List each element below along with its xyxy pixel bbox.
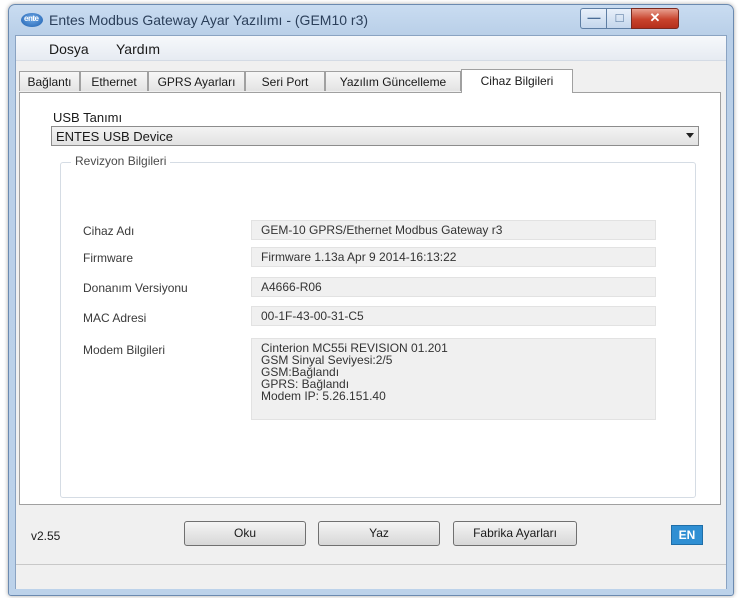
client-area: Dosya Yardım Bağlantı Ethernet GPRS Ayar… [15,35,727,589]
usb-label: USB Tanımı [53,110,123,125]
minimize-button[interactable]: — [580,8,607,29]
maximize-button[interactable]: □ [606,8,633,29]
revision-group-title: Revizyon Bilgileri [71,154,171,168]
language-toggle-button[interactable]: EN [671,525,703,545]
hardware-version-label: Donanım Versiyonu [83,281,188,295]
modem-info-field: Cinterion MC55i REVISION 01.201 GSM Siny… [251,338,656,420]
modem-info-label: Modem Bilgileri [83,343,166,357]
usb-device-value: ENTES USB Device [56,129,174,144]
app-version: v2.55 [31,529,61,543]
chevron-down-icon[interactable] [686,133,694,138]
menu-bar: Dosya Yardım [16,36,726,61]
tab-connection[interactable]: Bağlantı [19,71,80,91]
minimize-icon: — [587,10,601,25]
hardware-version-field: A4666-R06 [251,277,656,297]
tab-ethernet[interactable]: Ethernet [80,71,148,91]
app-window: ente Entes Modbus Gateway Ayar Yazılımı … [8,4,734,596]
title-bar[interactable]: ente Entes Modbus Gateway Ayar Yazılımı … [9,5,733,35]
app-logo-icon: ente [21,13,43,27]
window-title: Entes Modbus Gateway Ayar Yazılımı - (GE… [49,12,369,28]
tab-serial-port[interactable]: Seri Port [245,71,325,91]
menu-help[interactable]: Yardım [116,41,160,57]
mac-address-field: 00-1F-43-00-31-C5 [251,306,656,326]
close-icon: ✕ [649,10,661,25]
tab-gprs-settings[interactable]: GPRS Ayarları [148,71,245,91]
usb-device-select[interactable]: ENTES USB Device [51,126,699,146]
mac-address-label: MAC Adresi [83,311,147,325]
tab-device-info[interactable]: Cihaz Bilgileri [461,69,573,93]
tab-software-update[interactable]: Yazılım Güncelleme [325,71,461,91]
tab-strip: Bağlantı Ethernet GPRS Ayarları Seri Por… [16,69,726,93]
modem-line: Modem IP: 5.26.151.40 [261,389,386,403]
maximize-icon: □ [615,10,624,25]
firmware-field: Firmware 1.13a Apr 9 2014-16:13:22 [251,247,656,267]
device-name-field: GEM-10 GPRS/Ethernet Modbus Gateway r3 [251,220,656,240]
close-button[interactable]: ✕ [631,8,679,29]
write-button[interactable]: Yaz [318,521,440,546]
factory-settings-button[interactable]: Fabrika Ayarları [453,521,577,546]
status-bar [16,564,726,589]
revision-groupbox [60,162,696,498]
read-button[interactable]: Oku [184,521,306,546]
device-name-label: Cihaz Adı [83,224,135,238]
menu-file[interactable]: Dosya [49,41,89,57]
firmware-label: Firmware [83,251,133,265]
